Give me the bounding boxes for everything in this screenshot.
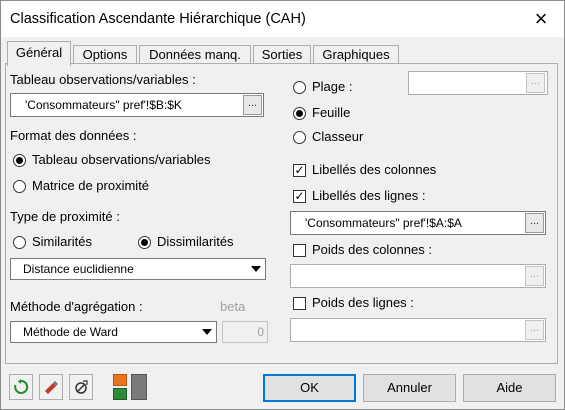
- proximity-type-label: Type de proximité :: [10, 209, 120, 224]
- beta-value: 0: [257, 325, 264, 339]
- row-labels-browse-button[interactable]: ...: [525, 213, 544, 233]
- plage-browse-button[interactable]: ...: [526, 73, 545, 93]
- format-matrix-radio[interactable]: [13, 180, 26, 193]
- distance-select[interactable]: Distance euclidienne: [10, 258, 266, 280]
- tab-missing-data[interactable]: Données manq.: [139, 45, 251, 65]
- column-weights-label: Poids des colonnes :: [312, 242, 432, 257]
- cancel-button[interactable]: Annuler: [363, 374, 456, 402]
- row-labels-label: Libellés des lignes :: [312, 188, 426, 203]
- row-weights-input[interactable]: [290, 318, 546, 342]
- browse-dots: ...: [247, 97, 258, 109]
- help-label: Aide: [496, 380, 523, 395]
- tab-label: Sorties: [261, 47, 303, 62]
- aggregation-label: Méthode d'agrégation :: [10, 299, 143, 314]
- browse-dots: ...: [529, 268, 540, 280]
- range-label: Plage :: [312, 79, 353, 94]
- column-labels-checkbox[interactable]: ✓: [293, 164, 306, 177]
- column-weights-input[interactable]: [290, 264, 546, 288]
- table-range-value: 'Consommateurs" pref'!$B:$K: [25, 98, 182, 112]
- cancel-label: Annuler: [387, 380, 432, 395]
- title-bar: Classification Ascendante Hiérarchique (…: [1, 1, 564, 37]
- tab-charts[interactable]: Graphiques: [313, 45, 399, 65]
- tab-outputs[interactable]: Sorties: [253, 45, 311, 65]
- dialog-window: Classification Ascendante Hiérarchique (…: [0, 0, 565, 410]
- browse-dots: ...: [529, 215, 540, 227]
- ok-label: OK: [300, 380, 319, 395]
- dissimilarities-label: Dissimilarités: [157, 234, 234, 249]
- format-matrix-label: Matrice de proximité: [32, 178, 150, 193]
- tab-label: Graphiques: [322, 47, 390, 62]
- color-icon[interactable]: [113, 374, 127, 386]
- color-icon[interactable]: [131, 374, 147, 400]
- row-labels-range-value: 'Consommateurs" pref'!$A:$A: [305, 216, 462, 230]
- general-panel: Tableau observations/variables : 'Consom…: [5, 63, 558, 364]
- help-button[interactable]: Aide: [463, 374, 556, 402]
- tab-label: Général: [15, 45, 63, 60]
- sheet-radio[interactable]: [293, 107, 306, 120]
- tab-general[interactable]: Général: [7, 41, 71, 66]
- workbook-label: Classeur: [312, 129, 364, 144]
- color-icon[interactable]: [113, 388, 127, 400]
- eraser-button[interactable]: [39, 374, 63, 400]
- aggregation-select[interactable]: Méthode de Ward: [10, 321, 217, 343]
- range-radio[interactable]: [293, 81, 306, 94]
- tab-label: Options: [82, 47, 128, 62]
- reset-button[interactable]: [9, 374, 33, 400]
- tab-options[interactable]: Options: [73, 45, 137, 65]
- window-title: Classification Ascendante Hiérarchique (…: [10, 11, 306, 27]
- beta-label: beta: [220, 299, 246, 314]
- sheet-label: Feuille: [312, 105, 351, 120]
- aggregation-value: Méthode de Ward: [23, 325, 118, 339]
- row-weights-browse-button[interactable]: ...: [525, 320, 544, 340]
- table-range-browse-button[interactable]: ...: [243, 95, 262, 115]
- format-label: Format des données :: [10, 128, 137, 143]
- table-label: Tableau observations/variables :: [10, 72, 196, 87]
- column-labels-label: Libellés des colonnes: [312, 162, 437, 177]
- eraser-icon: [45, 381, 58, 394]
- reset-icon: [14, 379, 29, 394]
- browse-dots: ...: [530, 75, 541, 87]
- close-icon: ×: [534, 6, 548, 31]
- distance-value: Distance euclidienne: [23, 262, 134, 276]
- workbook-radio[interactable]: [293, 131, 306, 144]
- format-table-label: Tableau observations/variables: [32, 152, 211, 167]
- row-weights-label: Poids des lignes :: [312, 295, 414, 310]
- row-labels-range-input[interactable]: 'Consommateurs" pref'!$A:$A: [290, 211, 546, 235]
- similarities-label: Similarités: [32, 234, 92, 249]
- column-weights-checkbox[interactable]: [293, 244, 306, 257]
- column-weights-browse-button[interactable]: ...: [525, 266, 544, 286]
- chevron-down-icon: [247, 260, 264, 278]
- similarities-radio[interactable]: [13, 236, 26, 249]
- chevron-down-icon: [198, 323, 215, 341]
- ok-button[interactable]: OK: [263, 374, 356, 402]
- table-range-input[interactable]: 'Consommateurs" pref'!$B:$K: [10, 93, 264, 117]
- dissimilarities-radio[interactable]: [138, 236, 151, 249]
- format-table-radio[interactable]: [13, 154, 26, 167]
- options-button[interactable]: [69, 374, 93, 400]
- row-labels-checkbox[interactable]: ✓: [293, 190, 306, 203]
- options-icon: [75, 380, 88, 394]
- row-weights-checkbox[interactable]: [293, 297, 306, 310]
- beta-input[interactable]: 0: [222, 321, 268, 343]
- browse-dots: ...: [529, 322, 540, 334]
- close-button[interactable]: ×: [518, 1, 564, 37]
- tab-label: Données manq.: [149, 47, 241, 62]
